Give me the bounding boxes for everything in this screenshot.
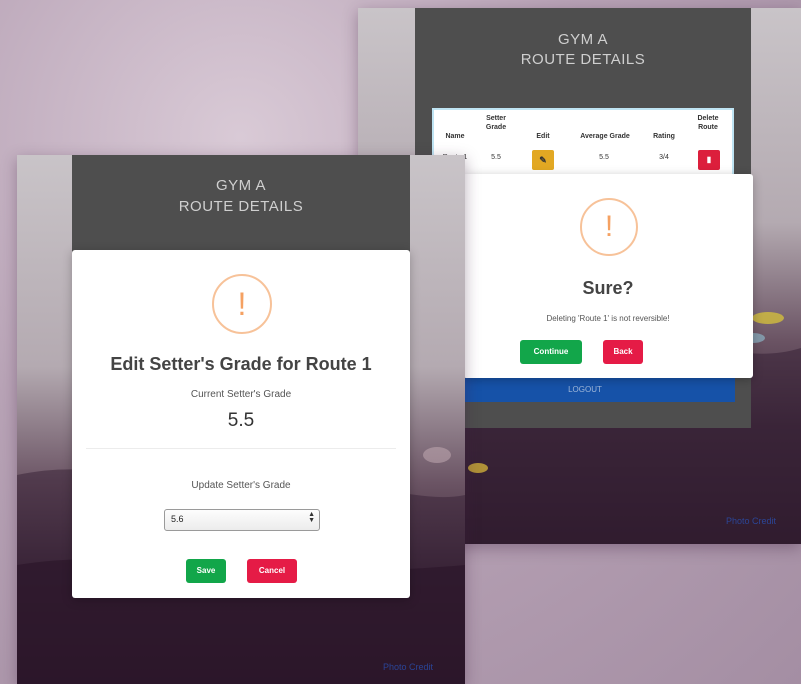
- current-grade-value: 5.5: [227, 410, 255, 431]
- column-header-delete-route: Delete Route: [697, 115, 719, 131]
- update-grade-label: Update Setter's Grade: [191, 480, 291, 491]
- back-button[interactable]: Back: [603, 340, 643, 364]
- panel-heading: ROUTE DETAILS: [178, 198, 304, 215]
- edit-grade-dialog: ! Edit Setter's Grade for Route 1 Curren…: [72, 250, 410, 598]
- select-arrows-icon: ▲ ▼: [308, 511, 315, 524]
- panel-heading: ROUTE DETAILS: [520, 51, 646, 68]
- photo-credit-link[interactable]: Photo Credit: [726, 516, 776, 526]
- edit-icon: ✎: [539, 155, 547, 165]
- column-header-average-grade: Average Grade: [580, 133, 630, 140]
- current-grade-label: Current Setter's Grade: [190, 389, 292, 400]
- grade-select[interactable]: 5.6 ▲ ▼: [164, 509, 320, 531]
- grade-select-value: 5.6: [171, 514, 184, 524]
- column-header-name: Name: [445, 133, 465, 140]
- continue-button[interactable]: Continue: [520, 340, 582, 364]
- divider: [86, 448, 396, 449]
- logout-button[interactable]: LOGOUT: [435, 378, 735, 402]
- delete-route-button[interactable]: ▮: [698, 150, 720, 170]
- gym-name: GYM A: [557, 31, 608, 48]
- column-header-setter-grade: Setter Grade: [485, 115, 507, 131]
- cancel-button[interactable]: Cancel: [247, 559, 297, 583]
- routes-table: Name Setter Grade Edit Average Grade Rat…: [432, 108, 734, 182]
- table-cell-setter-grade: 5.5: [491, 154, 501, 161]
- gym-name: GYM A: [215, 177, 266, 194]
- warning-icon: !: [580, 198, 638, 256]
- dialog-message: Deleting 'Route 1' is not reversible!: [546, 314, 670, 323]
- dialog-title: Edit Setter's Grade for Route 1: [110, 354, 372, 374]
- edit-grade-button[interactable]: ✎: [532, 150, 554, 170]
- warning-icon: !: [212, 274, 272, 334]
- trash-icon: ▮: [706, 155, 712, 164]
- column-header-rating: Rating: [653, 133, 675, 140]
- route-details-panel: GYM A ROUTE DETAILS: [72, 155, 410, 255]
- table-cell-average-grade: 5.5: [599, 154, 609, 161]
- dialog-title: Sure?: [582, 278, 634, 298]
- photo-credit-link[interactable]: Photo Credit: [383, 662, 433, 672]
- confirm-delete-dialog: ! Sure? Deleting 'Route 1' is not revers…: [463, 174, 753, 378]
- column-header-edit: Edit: [536, 133, 550, 140]
- table-cell-rating: 3/4: [659, 154, 669, 161]
- edit-grade-screen: GYM A ROUTE DETAILS ! Edit Setter's Grad…: [17, 155, 465, 684]
- save-button[interactable]: Save: [186, 559, 226, 583]
